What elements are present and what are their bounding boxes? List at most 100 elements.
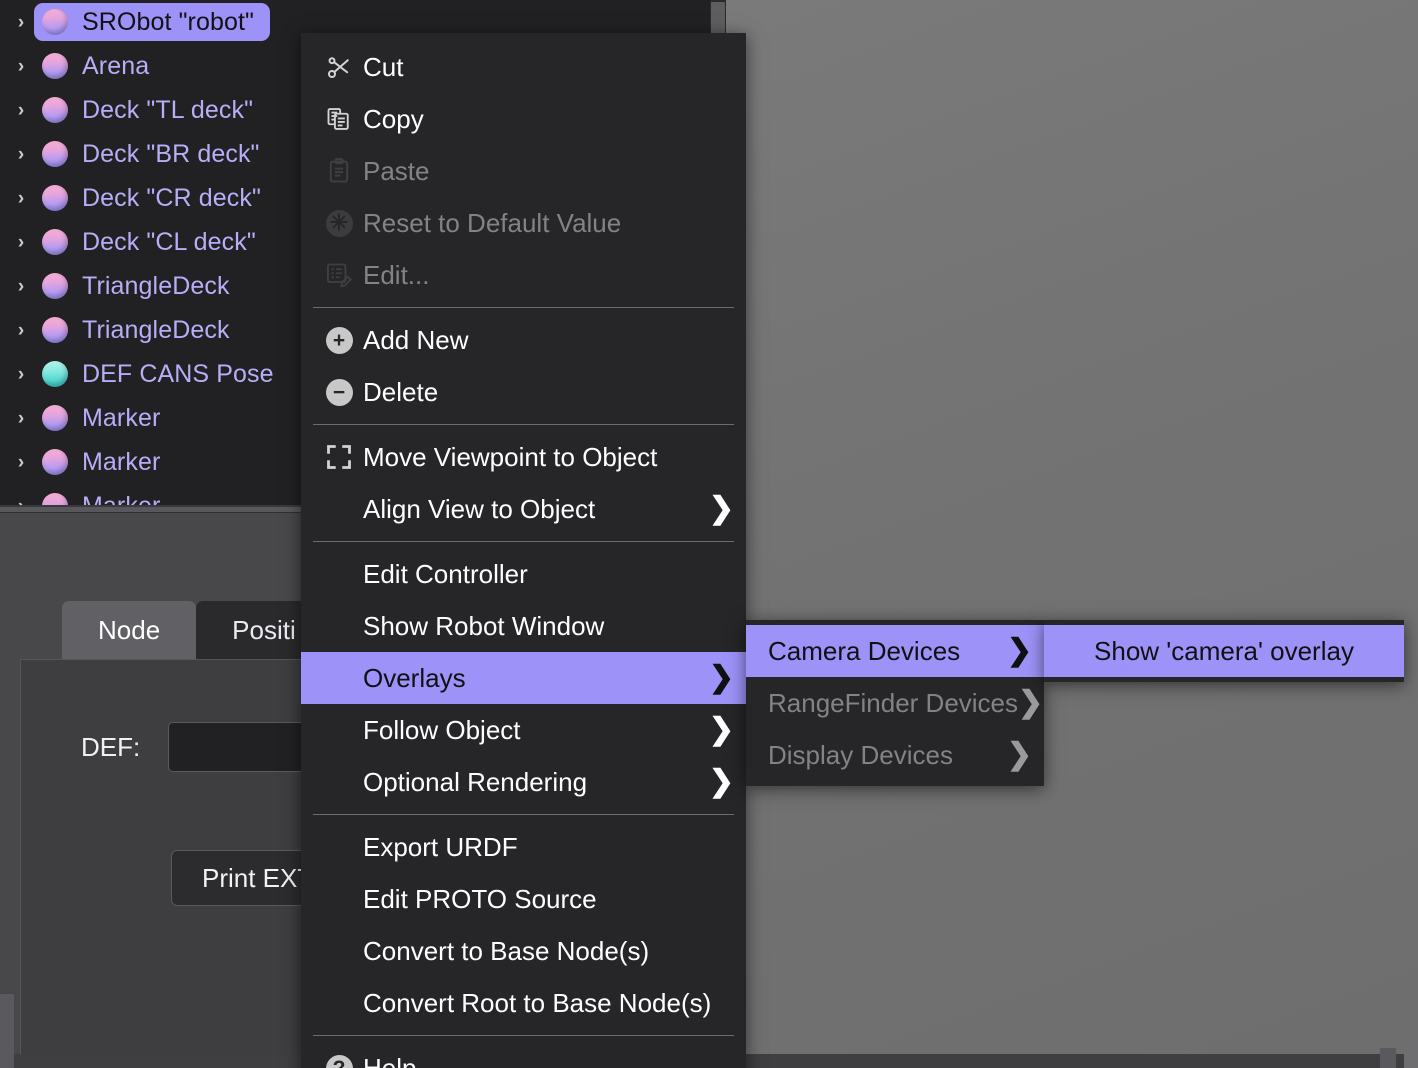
chevron-right-icon[interactable]: › [8, 365, 34, 384]
tree-item-label: Marker [82, 404, 160, 433]
tree-item[interactable]: Deck "TL deck" [34, 91, 269, 129]
node-context-menu[interactable]: Cut Copy Paste ✳Reset to Default Value Edit.… [301, 33, 746, 1068]
menu-item-follow-object[interactable]: Follow Object❯ [301, 704, 746, 756]
menu-item-cut[interactable]: Cut [301, 41, 746, 93]
chevron-right-icon[interactable]: › [8, 13, 34, 32]
node-sphere-icon [42, 53, 68, 79]
edit-pencil-icon [315, 261, 363, 289]
minus-circle-icon: − [315, 379, 363, 406]
menu-item-copy[interactable]: Copy [301, 93, 746, 145]
node-sphere-icon [42, 273, 68, 299]
menu-item-label: Follow Object [363, 715, 709, 746]
menu-item-label: Export URDF [363, 832, 746, 863]
menu-item-show-camera-overlay[interactable]: Show 'camera' overlay [1044, 625, 1404, 677]
submenu-arrow-icon: ❯ [709, 663, 734, 693]
menu-item-convert-to-base-node-s[interactable]: Convert to Base Node(s) [301, 925, 746, 977]
tree-item-label: TriangleDeck [82, 316, 230, 345]
tree-item[interactable]: Marker [34, 443, 176, 481]
menu-item-label: Delete [363, 377, 746, 408]
menu-item-move-viewpoint-to-object[interactable]: Move Viewpoint to Object [301, 431, 746, 483]
submenu-arrow-icon: ❯ [709, 767, 734, 797]
tree-item[interactable]: Deck "CR deck" [34, 179, 277, 217]
tree-item[interactable]: TriangleDeck [34, 311, 246, 349]
menu-item-label: Edit PROTO Source [363, 884, 746, 915]
chevron-right-icon[interactable]: › [8, 453, 34, 472]
tree-item-label: Deck "CR deck" [82, 184, 261, 213]
menu-item-label: Display Devices [768, 740, 1007, 771]
menu-item-edit-controller[interactable]: Edit Controller [301, 548, 746, 600]
tree-item-label: SRObot "robot" [82, 8, 254, 37]
menu-item-label: Copy [363, 104, 746, 135]
menu-item-label: Overlays [363, 663, 709, 694]
chevron-right-icon[interactable]: › [8, 321, 34, 340]
resize-grip-a[interactable] [1380, 1048, 1396, 1068]
submenu-arrow-icon: ❯ [709, 715, 734, 745]
chevron-right-icon[interactable]: › [8, 189, 34, 208]
camera-devices-submenu[interactable]: Show 'camera' overlay [1044, 620, 1404, 682]
menu-separator [313, 307, 734, 308]
menu-item-label: Move Viewpoint to Object [363, 442, 746, 473]
selection-tabs[interactable]: Node Positi [62, 601, 332, 659]
chevron-right-icon[interactable]: › [8, 277, 34, 296]
copy-icon [315, 105, 363, 133]
menu-item-export-urdf[interactable]: Export URDF [301, 821, 746, 873]
menu-item-help[interactable]: ?Help... [301, 1042, 746, 1068]
chevron-right-icon[interactable]: › [8, 145, 34, 164]
menu-item-rangefinder-devices: RangeFinder Devices❯ [746, 677, 1044, 729]
menu-item-add-new[interactable]: +Add New [301, 314, 746, 366]
tree-item-label: TriangleDeck [82, 272, 230, 301]
webots-scene-tree-screen: ›SRObot "robot"›Arena›Deck "TL deck"›Dec… [0, 0, 1418, 1068]
node-sphere-icon [42, 9, 68, 35]
tree-item[interactable]: Arena [34, 47, 165, 85]
menu-item-optional-rendering[interactable]: Optional Rendering❯ [301, 756, 746, 808]
help-circle-icon: ? [315, 1055, 363, 1068]
tab-node[interactable]: Node [62, 601, 196, 659]
tree-item[interactable]: Marker [34, 399, 176, 437]
tree-item-label: Deck "TL deck" [82, 96, 253, 125]
submenu-arrow-icon: ❯ [1007, 740, 1032, 770]
node-sphere-icon [42, 97, 68, 123]
tree-item[interactable]: Deck "BR deck" [34, 135, 276, 173]
tree-item[interactable]: DEF CANS Pose [34, 355, 290, 393]
tree-item[interactable]: TriangleDeck [34, 267, 246, 305]
menu-item-label: Cut [363, 52, 746, 83]
menu-item-align-view-to-object[interactable]: Align View to Object❯ [301, 483, 746, 535]
menu-item-label: Help... [363, 1053, 746, 1068]
menu-item-edit-proto-source[interactable]: Edit PROTO Source [301, 873, 746, 925]
menu-item-overlays[interactable]: Overlays❯ [301, 652, 746, 704]
menu-item-edit: Edit... [301, 249, 746, 301]
menu-separator [313, 541, 734, 542]
scissors-icon [315, 53, 363, 81]
menu-item-label: Paste [363, 156, 746, 187]
menu-item-label: Edit... [363, 260, 746, 291]
node-sphere-icon [42, 405, 68, 431]
def-label: DEF: [81, 732, 140, 763]
chevron-right-icon[interactable]: › [8, 57, 34, 76]
resize-grip-b[interactable] [1404, 1048, 1418, 1068]
menu-item-reset-to-default-value: ✳Reset to Default Value [301, 197, 746, 249]
chevron-right-icon[interactable]: › [8, 101, 34, 120]
tree-item[interactable]: Deck "CL deck" [34, 223, 272, 261]
submenu-arrow-icon: ❯ [1007, 636, 1032, 666]
overlays-submenu[interactable]: Camera Devices❯RangeFinder Devices❯Displ… [746, 620, 1044, 786]
plus-circle-icon: + [315, 327, 363, 354]
chevron-right-icon[interactable]: › [8, 233, 34, 252]
menu-item-label: Show 'camera' overlay [1094, 636, 1354, 667]
menu-item-delete[interactable]: −Delete [301, 366, 746, 418]
tree-item-selected[interactable]: SRObot "robot" [34, 3, 270, 41]
node-sphere-icon [42, 185, 68, 211]
chevron-right-icon[interactable]: › [8, 409, 34, 428]
scrollbar-thumb[interactable] [711, 2, 725, 36]
menu-item-label: Convert to Base Node(s) [363, 936, 746, 967]
menu-item-label: RangeFinder Devices [768, 688, 1018, 719]
submenu-arrow-icon: ❯ [1018, 688, 1043, 718]
node-sphere-icon [42, 361, 68, 387]
menu-item-convert-root-to-base-node-s[interactable]: Convert Root to Base Node(s) [301, 977, 746, 1029]
menu-separator [313, 1035, 734, 1036]
menu-item-show-robot-window[interactable]: Show Robot Window [301, 600, 746, 652]
tree-item-label: DEF CANS Pose [82, 360, 274, 389]
3d-viewport[interactable] [726, 0, 1418, 1068]
menu-item-camera-devices[interactable]: Camera Devices❯ [746, 625, 1044, 677]
tree-item-label: Marker [82, 448, 160, 477]
tree-item-label: Arena [82, 52, 149, 81]
